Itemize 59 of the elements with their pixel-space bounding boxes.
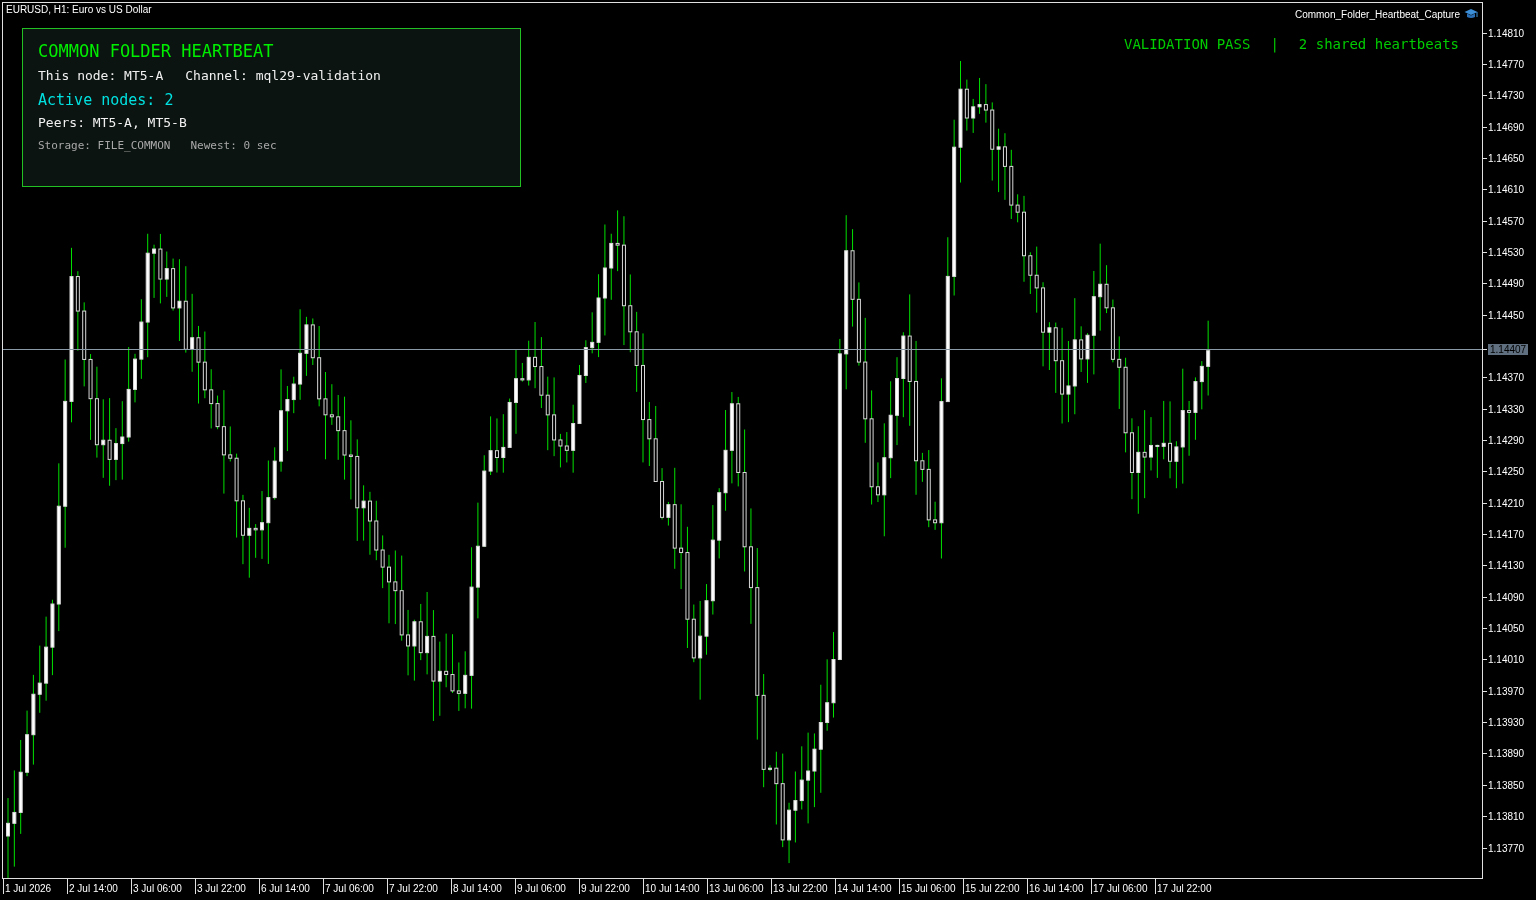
time-label: 3 Jul 22:00 (197, 883, 246, 894)
price-label: 1.14770 (1488, 58, 1525, 70)
price-label: 1.13970 (1488, 685, 1525, 697)
price-label: 1.14610 (1488, 184, 1525, 196)
price-label: 1.14330 (1488, 403, 1525, 415)
current-price-badge: 1.14407 (1488, 343, 1529, 355)
newest-label: Newest: 0 sec (190, 139, 277, 152)
price-label: 1.14090 (1488, 591, 1525, 603)
peers-label: Peers: MT5-A, MT5-B (38, 115, 188, 130)
time-label: 13 Jul 06:00 (709, 883, 764, 894)
price-label: 1.14170 (1488, 529, 1525, 541)
price-label: 1.13810 (1488, 811, 1525, 823)
storage-label: Storage: FILE_COMMON (38, 139, 171, 152)
price-label: 1.14810 (1488, 27, 1525, 39)
price-label: 1.14210 (1488, 497, 1525, 509)
active-nodes: Active nodes: 2 (38, 91, 505, 109)
time-label: 17 Jul 22:00 (1157, 883, 1212, 894)
validation-status: VALIDATION PASS (1123, 36, 1251, 52)
time-label: 9 Jul 22:00 (581, 883, 630, 894)
time-label: 1 Jul 2026 (5, 883, 52, 894)
price-label: 1.13890 (1488, 748, 1525, 760)
price-label: 1.14370 (1488, 372, 1525, 384)
price-label: 1.14530 (1488, 246, 1525, 258)
price-label: 1.14130 (1488, 560, 1525, 572)
time-label: 9 Jul 06:00 (517, 883, 566, 894)
heartbeat-summary: 2 shared heartbeats (1298, 36, 1459, 52)
node-label: This node: MT5-A (38, 68, 164, 83)
time-label: 16 Jul 14:00 (1029, 883, 1084, 894)
price-label: 1.14010 (1488, 654, 1525, 666)
time-label: 14 Jul 14:00 (837, 883, 892, 894)
graduation-cap-icon (1464, 8, 1478, 20)
price-label: 1.14490 (1488, 278, 1525, 290)
time-label: 2 Jul 14:00 (69, 883, 118, 894)
time-label: 17 Jul 06:00 (1093, 883, 1148, 894)
time-label: 3 Jul 06:00 (133, 883, 182, 894)
time-label: 6 Jul 14:00 (261, 883, 310, 894)
price-label: 1.14290 (1488, 435, 1525, 446)
price-label: 1.14250 (1488, 466, 1525, 478)
separator: | (1270, 36, 1279, 52)
script-name: Common_Folder_Heartbeat_Capture (1294, 8, 1460, 20)
price-label: 1.14570 (1488, 215, 1525, 227)
time-label: 13 Jul 22:00 (773, 883, 828, 894)
price-label: 1.13850 (1488, 779, 1525, 791)
time-label: 15 Jul 06:00 (901, 883, 956, 894)
price-label: 1.14690 (1488, 121, 1525, 133)
price-label: 1.14650 (1488, 152, 1525, 164)
time-label: 7 Jul 22:00 (389, 883, 438, 894)
channel-label: Channel: mql29-validation (185, 68, 381, 83)
time-label: 8 Jul 14:00 (453, 883, 502, 894)
time-label: 7 Jul 06:00 (325, 883, 374, 894)
price-label: 1.13770 (1488, 842, 1525, 854)
time-label: 15 Jul 22:00 (965, 883, 1020, 894)
chart-title: EURUSD, H1: Euro vs US Dollar (6, 4, 152, 15)
panel-title: COMMON FOLDER HEARTBEAT (38, 41, 275, 61)
price-label: 1.14050 (1488, 623, 1525, 635)
price-label: 1.14450 (1488, 309, 1525, 321)
price-label: 1.14730 (1488, 90, 1525, 102)
price-label: 1.13930 (1488, 717, 1525, 729)
time-label: 10 Jul 14:00 (645, 883, 700, 894)
